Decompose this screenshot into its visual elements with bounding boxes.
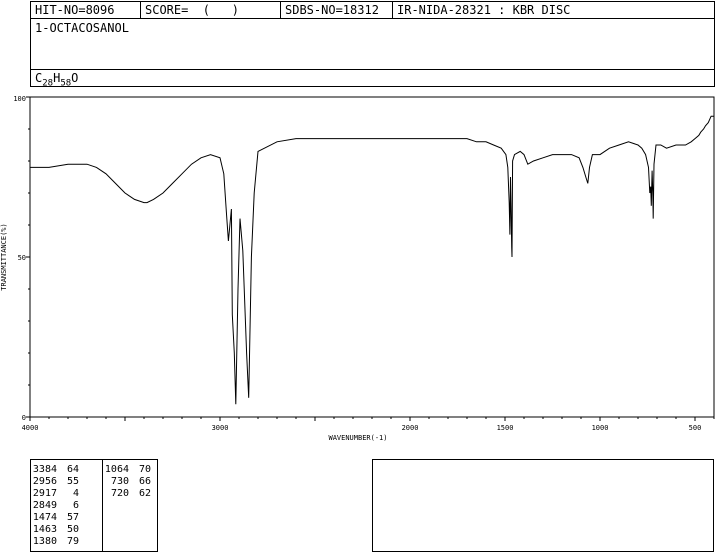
spectrum-line [30, 115, 714, 405]
peak-row: 2917 4 [31, 488, 79, 500]
peak-row: 1474 57 [31, 512, 79, 524]
peak-wavenumber: 1474 [32, 512, 57, 523]
y-tick-label: 100 [13, 95, 26, 103]
x-tick-label: 3000 [212, 424, 229, 432]
peak-transmittance: 64 [66, 464, 79, 475]
x-axis-ticks: 4000 3000 2000 1500 1000 500 [22, 417, 715, 432]
peak-wavenumber: 730 [110, 476, 129, 487]
peak-list-right: 1064 70 730 66 720 62 [103, 464, 151, 500]
peak-wavenumber: 2917 [32, 488, 57, 499]
peak-transmittance: 55 [66, 476, 79, 487]
peak-row: 720 62 [103, 488, 151, 500]
peak-wavenumber: 1463 [32, 524, 57, 535]
peak-transmittance: 70 [138, 464, 151, 475]
y-tick-label: 50 [18, 254, 26, 262]
y-axis-label: TRANSMITTANCE(%) [0, 223, 8, 290]
empty-info-box [372, 459, 714, 552]
peak-transmittance: 4 [72, 488, 79, 499]
peak-wavenumber: 720 [110, 488, 129, 499]
peak-row: 2956 55 [31, 476, 79, 488]
peak-row: 730 66 [103, 476, 151, 488]
plot-frame [29, 96, 715, 418]
y-tick-label: 0 [22, 414, 26, 422]
x-tick-label: 500 [689, 424, 702, 432]
peak-wavenumber: 3384 [32, 464, 57, 475]
peak-wavenumber: 2956 [32, 476, 57, 487]
peak-transmittance: 50 [66, 524, 79, 535]
peak-transmittance: 79 [66, 536, 79, 547]
peak-row: 2849 6 [31, 500, 79, 512]
peak-row: 1463 50 [31, 524, 79, 536]
x-tick-label: 1000 [592, 424, 609, 432]
peak-transmittance: 62 [138, 488, 151, 499]
ir-spectrum-chart: 0 50 100 4000 3000 2000 1500 1000 500 WAVENUMBE… [0, 95, 715, 442]
x-axis-label: WAVENUMBER(-1) [328, 434, 387, 442]
peak-row: 3384 64 [31, 464, 79, 476]
peak-wavenumber: 1064 [104, 464, 129, 475]
peak-wavenumber: 1380 [32, 536, 57, 547]
y-axis-ticks: 0 50 100 [13, 95, 30, 422]
peak-table: 3384 64 2956 55 2917 4 2849 6 1474 57 1463 50 1380 79… [30, 459, 158, 552]
x-tick-label: 2000 [402, 424, 419, 432]
peak-row: 1380 79 [31, 536, 79, 548]
x-tick-label: 1500 [497, 424, 514, 432]
peak-transmittance: 6 [72, 500, 79, 511]
peak-list-left: 3384 64 2956 55 2917 4 2849 6 1474 57 1463 50 1380 79 [31, 464, 79, 548]
x-tick-label: 4000 [22, 424, 39, 432]
peak-row: 1064 70 [103, 464, 151, 476]
peak-transmittance: 66 [138, 476, 151, 487]
peak-wavenumber: 2849 [32, 500, 57, 511]
peak-transmittance: 57 [66, 512, 79, 523]
